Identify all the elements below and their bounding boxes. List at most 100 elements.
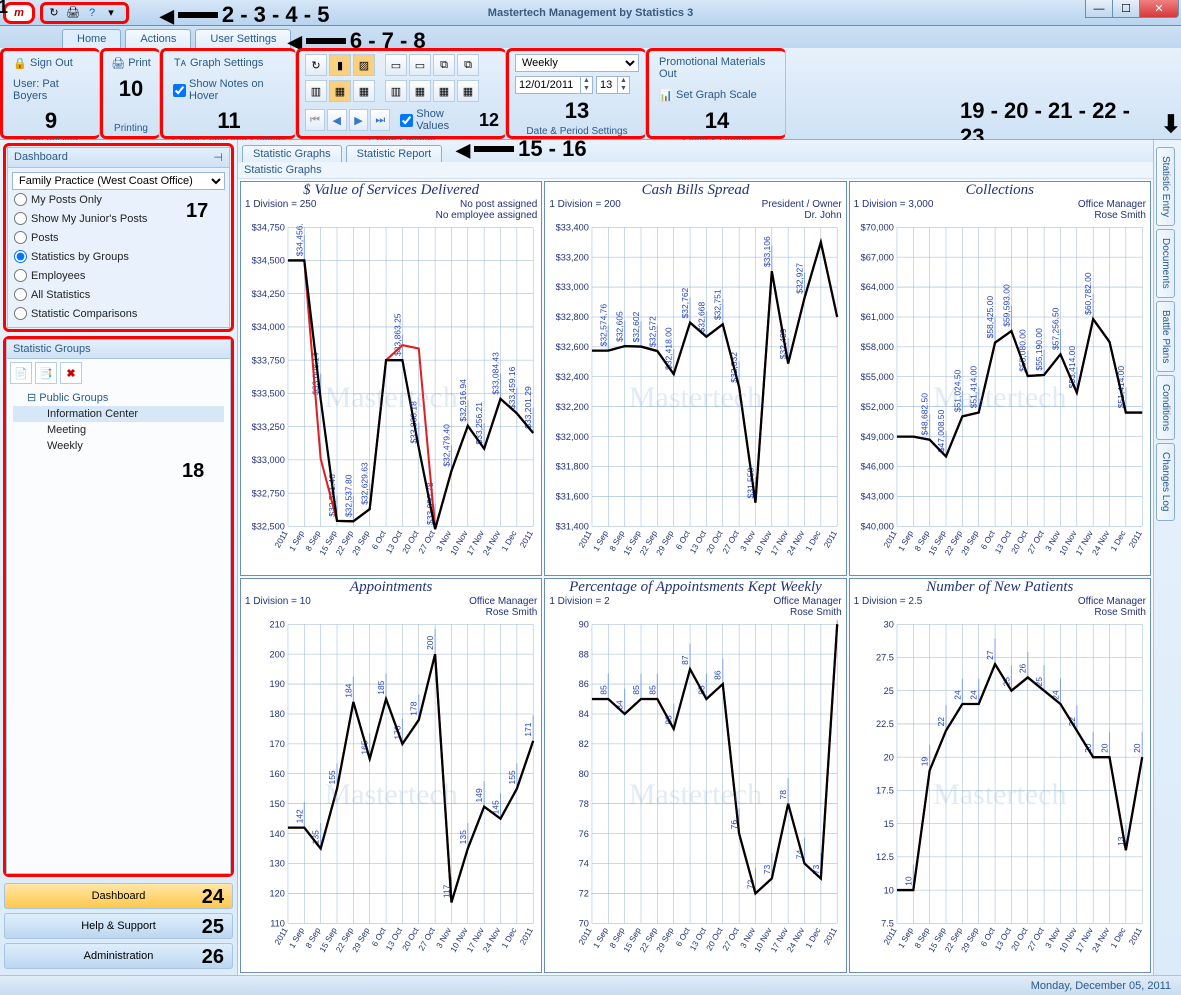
tree-item-0[interactable]: Information Center <box>13 406 224 422</box>
nav-admin[interactable]: Administration26 <box>4 943 233 969</box>
nav-first-icon[interactable]: ⏮ <box>305 109 325 131</box>
gs-grid3-icon[interactable]: ▦ <box>353 80 375 102</box>
svg-text:$32,572: $32,572 <box>648 316 658 347</box>
radio-1[interactable]: Show My Junior's Posts <box>12 209 225 228</box>
vtab-battle-plans[interactable]: Battle Plans <box>1156 301 1175 372</box>
help-icon[interactable]: ? <box>83 4 101 22</box>
minimize-button[interactable]: — <box>1085 0 1113 18</box>
tree-add-icon[interactable]: 📄 <box>10 362 32 384</box>
vtab-stat-entry[interactable]: Statistic Entry <box>1156 147 1175 226</box>
gs-cols1-icon[interactable]: ▥ <box>385 80 407 102</box>
hover-checkbox[interactable] <box>173 84 186 97</box>
radio-6[interactable]: Statistic Comparisons <box>12 304 225 323</box>
radio-input-1[interactable] <box>14 212 27 225</box>
svg-text:178: 178 <box>409 701 419 716</box>
app-logo[interactable]: m <box>3 2 35 24</box>
hover-notes-check[interactable]: Show Notes on Hover <box>169 76 289 104</box>
vtab-changes-log[interactable]: Changes Log <box>1156 443 1175 521</box>
graph-settings-button[interactable]: TᴀGraph Settings <box>169 54 289 72</box>
qa-dropdown-icon[interactable]: ▾ <box>102 4 120 22</box>
date-spinner[interactable]: ▲▼ <box>515 76 593 94</box>
gs-refresh-icon[interactable]: ↻ <box>305 54 327 76</box>
radio-3[interactable]: Statistics by Groups <box>12 247 225 266</box>
chart-division: 1 Division = 2 <box>549 596 609 618</box>
pin-icon[interactable]: ⊣ <box>213 151 223 164</box>
svg-text:1 Dec: 1 Dec <box>1108 529 1127 553</box>
radio-input-5[interactable] <box>14 288 27 301</box>
maximize-button[interactable]: ☐ <box>1112 0 1140 18</box>
radio-input-2[interactable] <box>14 231 27 244</box>
gs-layout1-icon[interactable]: ▭ <box>385 54 407 76</box>
gs-layout2-icon[interactable]: ▭ <box>409 54 431 76</box>
print-button[interactable]: 🖨Print <box>107 54 155 72</box>
tab-stat-graphs[interactable]: Statistic Graphs <box>242 145 342 162</box>
refresh-icon[interactable]: ↻ <box>45 4 63 22</box>
svg-text:$32,537.80: $32,537.80 <box>343 474 353 517</box>
vtab-documents[interactable]: Documents <box>1156 229 1175 298</box>
radio-4[interactable]: Employees <box>12 266 225 285</box>
svg-text:$33,106: $33,106 <box>762 236 772 267</box>
svg-text:15: 15 <box>883 819 893 829</box>
nav-last-icon[interactable]: ⏭ <box>370 109 390 131</box>
chart-3: Appointments 1 Division = 10 Office Mana… <box>240 578 542 973</box>
radio-5[interactable]: All Statistics <box>12 285 225 304</box>
lock-icon: 🔒 <box>13 56 27 70</box>
svg-text:$70,000: $70,000 <box>860 223 893 232</box>
count-input[interactable] <box>597 79 617 91</box>
radio-0[interactable]: My Posts Only <box>12 190 225 209</box>
tree-item-1[interactable]: Meeting <box>13 422 224 438</box>
radio-2[interactable]: Posts <box>12 228 225 247</box>
svg-text:24 Nov: 24 Nov <box>785 528 807 557</box>
nav-help[interactable]: Help & Support25 <box>4 913 233 939</box>
nav-prev-icon[interactable]: ◀ <box>327 109 347 131</box>
count-spinner[interactable]: ▲▼ <box>596 76 630 94</box>
svg-text:$34,456.56: $34,456.56 <box>294 223 304 256</box>
svg-text:$31,600: $31,600 <box>556 491 589 501</box>
gs-cols2-icon[interactable]: ▦ <box>409 80 431 102</box>
radio-input-4[interactable] <box>14 269 27 282</box>
gs-cols3-icon[interactable]: ▦ <box>433 80 455 102</box>
svg-text:$32,927: $32,927 <box>795 263 805 294</box>
tree-root[interactable]: ⊟ Public Groups <box>13 389 224 406</box>
vtab-conditions[interactable]: Conditions <box>1156 375 1175 440</box>
chart-4: Percentage of Appointsments Kept Weekly … <box>544 578 846 973</box>
show-values-check[interactable]: Show Values <box>396 106 475 134</box>
radio-input-6[interactable] <box>14 307 27 320</box>
tab-home[interactable]: Home <box>62 29 121 48</box>
gs-cols4-icon[interactable]: ▦ <box>457 80 479 102</box>
svg-text:12.5: 12.5 <box>876 852 894 862</box>
tree-delete-icon[interactable]: ✖ <box>60 362 82 384</box>
gs-layout4-icon[interactable]: ⧉ <box>457 54 479 76</box>
nav-dashboard[interactable]: Dashboard24 <box>4 883 233 909</box>
gs-opt1-icon[interactable]: ▮ <box>329 54 351 76</box>
radio-input-3[interactable] <box>14 250 27 263</box>
sign-out-button[interactable]: 🔒Sign Out <box>9 54 93 72</box>
nav-next-icon[interactable]: ▶ <box>349 109 369 131</box>
period-combo[interactable]: Weekly <box>515 54 639 72</box>
showvalues-checkbox[interactable] <box>400 114 413 127</box>
gs-opt2-icon[interactable]: ▨ <box>353 54 375 76</box>
tree-copy-icon[interactable]: 📑 <box>35 362 57 384</box>
svg-text:26: 26 <box>1018 663 1028 673</box>
tab-actions[interactable]: Actions <box>125 29 191 48</box>
gs-grid1-icon[interactable]: ▥ <box>305 80 327 102</box>
svg-text:$33,000: $33,000 <box>252 455 285 465</box>
set-scale-button[interactable]: 📊Set Graph Scale <box>655 86 779 104</box>
office-combo[interactable]: Family Practice (West Coast Office) <box>12 172 225 190</box>
tab-stat-report[interactable]: Statistic Report <box>346 145 443 162</box>
print-icon[interactable]: 🖨 <box>64 4 82 22</box>
tree-item-2[interactable]: Weekly <box>13 438 224 454</box>
chart-title: Cash Bills Spread <box>545 182 845 199</box>
svg-text:27 Oct: 27 Oct <box>1025 528 1046 555</box>
tab-user-settings[interactable]: User Settings <box>195 29 291 48</box>
svg-text:184: 184 <box>343 683 353 698</box>
date-input[interactable] <box>516 79 580 91</box>
svg-text:$32,479.40: $32,479.40 <box>442 424 452 467</box>
quick-access-toolbar: ↻ 🖨 ? ▾ <box>40 2 129 24</box>
gs-grid2-icon[interactable]: ▦ <box>329 80 351 102</box>
gs-layout3-icon[interactable]: ⧉ <box>433 54 455 76</box>
svg-text:$32,400: $32,400 <box>556 372 589 382</box>
svg-text:1 Sep: 1 Sep <box>895 925 914 950</box>
close-button[interactable]: ✕ <box>1139 0 1179 18</box>
radio-input-0[interactable] <box>14 193 27 206</box>
